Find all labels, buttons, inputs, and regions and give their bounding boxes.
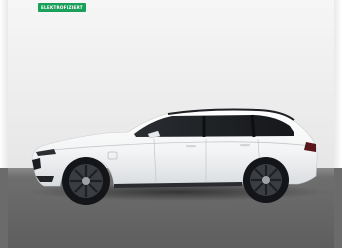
car-photo-viewer: ELEKTROFIZIERT xyxy=(0,0,342,248)
front-door-handle xyxy=(186,145,196,148)
electrified-badge: ELEKTROFIZIERT xyxy=(38,3,86,12)
car-photo: ELEKTROFIZIERT xyxy=(8,0,334,248)
adjacent-photo-edge-left xyxy=(0,0,8,248)
rear-wheel xyxy=(243,157,289,203)
rear-door-handle xyxy=(240,144,250,147)
adjacent-photo-edge-right xyxy=(334,0,342,248)
front-wheel xyxy=(62,157,110,205)
c-pillar xyxy=(250,114,256,138)
